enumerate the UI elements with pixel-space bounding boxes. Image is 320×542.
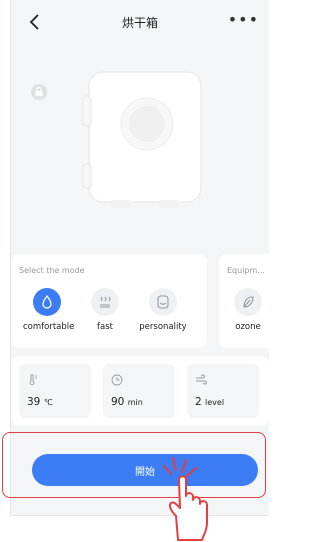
equipment-card: Equipm... ozone	[219, 254, 269, 348]
mode-personality[interactable]: personality	[139, 288, 187, 332]
smile-icon	[149, 288, 177, 316]
stats-card: 39 ℃ 90 min 2 level	[11, 356, 269, 426]
mode-caption: Select the mode	[19, 266, 85, 275]
header-bar: 烘干箱 •••	[11, 8, 269, 36]
equipment-caption: Equipm...	[227, 266, 265, 275]
equipment-ozone[interactable]: ozone	[224, 288, 269, 332]
more-options-icon[interactable]: •••	[228, 10, 259, 29]
leaf-icon	[234, 288, 262, 316]
mode-label: personality	[139, 322, 187, 332]
dryer-device-illustration	[82, 71, 202, 208]
temperature-tile[interactable]: 39 ℃	[19, 364, 91, 418]
mode-label: comfortable	[23, 322, 75, 332]
mode-fast[interactable]: fast	[81, 288, 129, 332]
heat-waves-icon	[91, 288, 119, 316]
temperature-value: 39 ℃	[27, 396, 53, 408]
thermometer-icon	[29, 374, 37, 386]
wind-icon	[196, 374, 207, 385]
highlight-box	[2, 432, 266, 498]
mode-card: Select the mode comfortable fast persona…	[11, 254, 207, 348]
time-tile[interactable]: 90 min	[103, 364, 175, 418]
mode-comfortable[interactable]: comfortable	[23, 288, 75, 332]
wind-value: 2 level	[195, 396, 225, 408]
equipment-label: ozone	[235, 322, 261, 332]
tap-hand-icon	[163, 457, 208, 541]
time-value: 90 min	[111, 396, 143, 408]
clock-icon	[111, 374, 123, 386]
mode-label: fast	[97, 322, 113, 332]
drop-icon	[33, 288, 61, 316]
lock-icon[interactable]	[31, 84, 47, 100]
wind-tile[interactable]: 2 level	[187, 364, 259, 418]
